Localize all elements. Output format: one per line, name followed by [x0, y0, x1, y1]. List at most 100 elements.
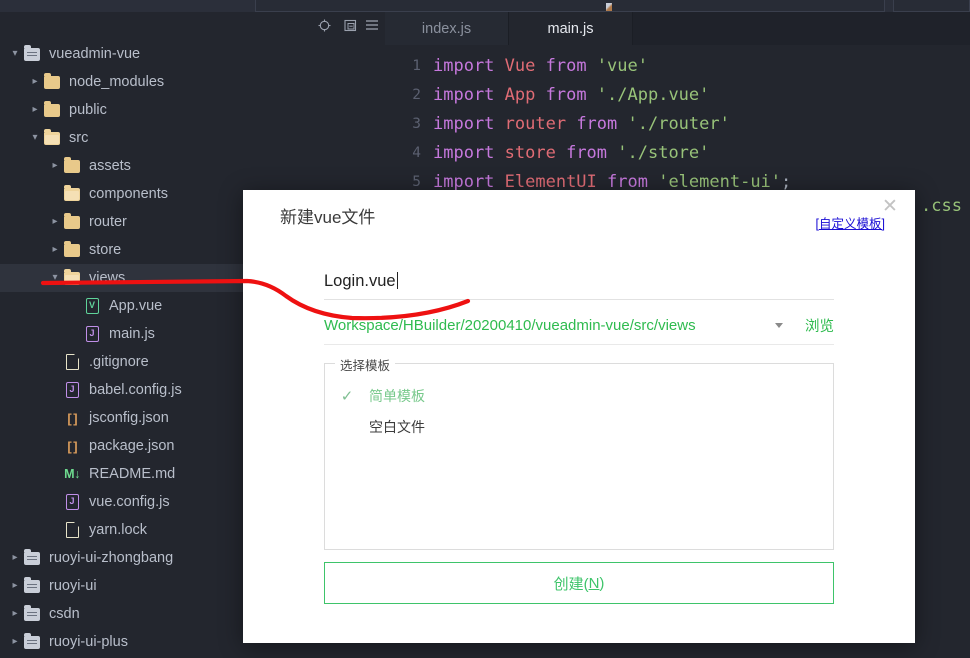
line-number: 4 [412, 144, 421, 161]
code-token: from [607, 171, 659, 192]
template-selection-group: 选择模板 ✓ 简单模板 ✓空白文件 [324, 355, 834, 550]
explorer-toolbar [0, 12, 385, 38]
locate-file-icon[interactable] [314, 15, 334, 35]
tree-item-src[interactable]: ▾ src [0, 124, 385, 152]
code-token: import [433, 84, 505, 105]
folder-open-icon [64, 268, 80, 285]
tree-item-label: ruoyi-ui [49, 578, 97, 594]
check-icon: ✓ [340, 388, 354, 405]
code-token: from [545, 84, 597, 105]
tree-item-label: src [69, 130, 89, 146]
tree-item-assets[interactable]: ▸ assets [0, 152, 385, 180]
tree-item-label: ruoyi-ui-plus [49, 634, 128, 650]
code-token: from [576, 113, 628, 134]
tree-twisty-icon[interactable]: ▸ [8, 637, 22, 647]
tree-twisty-icon[interactable]: ▾ [8, 49, 22, 59]
code-line: 3 import router from './router' [385, 109, 970, 138]
code-token: App [504, 84, 546, 105]
document-file-icon [65, 354, 79, 370]
code-text: import Vue from 'vue' [433, 56, 648, 76]
code-line: 4 import store from './store' [385, 138, 970, 167]
tree-twisty-icon[interactable]: ▸ [8, 581, 22, 591]
collapse-all-icon[interactable] [340, 15, 360, 35]
code-text: import App from './App.vue' [433, 85, 709, 105]
filename-field[interactable]: Login.vue [324, 272, 834, 300]
tree-item-label: node_modules [69, 74, 165, 90]
filename-input-value: Login.vue [324, 272, 396, 290]
code-token: from [545, 55, 597, 76]
template-option-label: 空白文件 [369, 419, 425, 435]
tree-item-label: yarn.lock [89, 522, 148, 538]
create-button[interactable]: 创建(N) [324, 562, 834, 604]
tree-twisty-icon[interactable]: ▾ [28, 133, 42, 143]
template-option[interactable]: ✓空白文件 [325, 413, 833, 441]
tree-twisty-icon[interactable]: ▸ [48, 161, 62, 171]
code-line: 1 import Vue from 'vue' [385, 51, 970, 80]
repository-folder-icon [24, 44, 40, 61]
chevron-down-icon[interactable] [775, 323, 783, 328]
repository-folder-icon [24, 548, 40, 565]
code-token: './router' [627, 113, 730, 134]
javascript-file-icon: J [65, 382, 79, 398]
template-option-label: 简单模板 [369, 388, 425, 404]
tree-item-node-modules[interactable]: ▸ node_modules [0, 68, 385, 96]
template-group-legend: 选择模板 [335, 355, 396, 374]
code-token: ; [781, 171, 792, 192]
menu-icon[interactable] [362, 15, 382, 35]
custom-template-link[interactable]: [自定义模板] [816, 213, 885, 232]
folder-icon [44, 100, 60, 117]
repository-folder-icon [24, 576, 40, 593]
tree-item-public[interactable]: ▸ public [0, 96, 385, 124]
folder-icon [64, 156, 80, 173]
folder-icon [44, 72, 60, 89]
line-number: 3 [412, 115, 421, 132]
tree-twisty-icon[interactable]: ▸ [8, 609, 22, 619]
new-vue-file-dialog: 新建vue文件 [自定义模板] ✕ Login.vue Workspace/HB… [243, 190, 915, 643]
line-number: 1 [412, 57, 421, 74]
vue-file-icon: V [85, 298, 99, 314]
tree-item-label: csdn [49, 606, 80, 622]
code-content[interactable]: 1 import Vue from 'vue' 2 import App from '… [385, 45, 970, 196]
tree-item-label: babel.config.js [89, 382, 182, 398]
tree-twisty-icon[interactable]: ▸ [48, 245, 62, 255]
javascript-file-icon: J [85, 326, 99, 342]
tree-item-label: .gitignore [89, 354, 149, 370]
tree-item-vueadmin-vue[interactable]: ▾ vueadmin-vue [0, 40, 385, 68]
folder-open-icon [44, 128, 60, 145]
browse-button[interactable]: 浏览 [805, 315, 834, 336]
tree-twisty-icon[interactable]: ▸ [48, 217, 62, 227]
tree-twisty-icon[interactable]: ▸ [8, 553, 22, 563]
json-file-icon: [ ] [67, 410, 77, 426]
tree-item-label: vueadmin-vue [49, 46, 141, 62]
code-token: store [504, 142, 567, 163]
path-field[interactable]: Workspace/HBuilder/20200410/vueadmin-vue… [324, 315, 834, 345]
tree-twisty-icon[interactable]: ▸ [28, 105, 42, 115]
tree-twisty-icon[interactable]: ▸ [28, 77, 42, 87]
tree-item-label: main.js [109, 326, 155, 342]
tree-item-label: ruoyi-ui-zhongbang [49, 550, 174, 566]
dialog-title: 新建vue文件 [280, 208, 376, 227]
folder-icon [64, 212, 80, 229]
json-file-icon: [ ] [67, 438, 77, 454]
repository-folder-icon [24, 632, 40, 649]
code-text: import router from './router' [433, 114, 730, 134]
editor-tab-index-js[interactable]: index.js [385, 12, 509, 45]
create-button-accelerator: N [588, 574, 600, 592]
tree-item-label: store [89, 242, 122, 258]
tree-item-label: assets [89, 158, 131, 174]
window-top-toolbar-strip [0, 0, 970, 12]
occluded-code-fragment: .css [921, 196, 962, 216]
template-option[interactable]: ✓ 简单模板 [325, 382, 833, 410]
text-caret [396, 272, 398, 289]
code-token: router [504, 113, 577, 134]
tree-item-label: router [89, 214, 127, 230]
toolbar-segment-right [893, 0, 970, 12]
code-token: import [433, 171, 505, 192]
close-icon[interactable]: ✕ [877, 193, 903, 219]
create-button-prefix: 创建( [553, 575, 589, 593]
tree-twisty-icon[interactable]: ▾ [48, 273, 62, 283]
line-number: 2 [412, 86, 421, 103]
path-input-value: Workspace/HBuilder/20200410/vueadmin-vue… [324, 317, 696, 334]
editor-tab-main-js[interactable]: main.js [509, 12, 633, 45]
code-line: 2 import App from './App.vue' [385, 80, 970, 109]
